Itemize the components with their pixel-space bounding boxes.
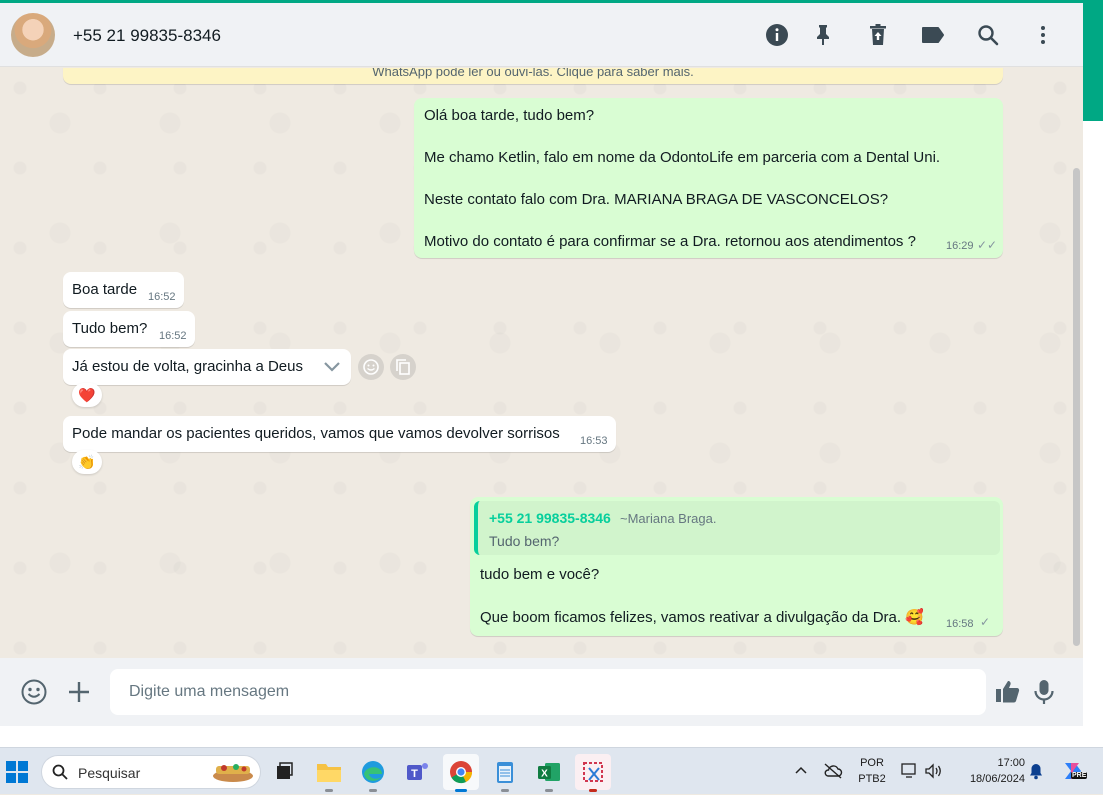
- menu-icon[interactable]: [1031, 23, 1055, 47]
- delete-icon[interactable]: [866, 23, 890, 47]
- incoming-message[interactable]: Pode mandar os pacientes queridos, vamos…: [63, 416, 616, 452]
- network-icon[interactable]: [901, 762, 919, 780]
- single-check-icon: ✓: [980, 615, 991, 629]
- notification-bell-icon[interactable]: [1028, 762, 1044, 780]
- active-indicator: [455, 789, 467, 792]
- window-edge-accent: [1083, 3, 1103, 121]
- window-edge: [1083, 121, 1103, 747]
- notepad-icon[interactable]: [487, 754, 523, 792]
- running-indicator: [589, 789, 597, 792]
- chat-scrollbar[interactable]: [1073, 168, 1080, 646]
- chrome-icon[interactable]: [443, 754, 479, 792]
- quoted-message[interactable]: +55 21 99835-8346 ~Mariana Braga. Tudo b…: [474, 501, 1000, 555]
- pin-icon[interactable]: [811, 23, 835, 47]
- message-line: Neste contato falo com Dra. MARIANA BRAG…: [424, 191, 889, 208]
- outgoing-message[interactable]: +55 21 99835-8346 ~Mariana Braga. Tudo b…: [470, 497, 1003, 636]
- message-line: tudo bem e você?: [480, 566, 600, 583]
- avatar[interactable]: [11, 13, 55, 57]
- chevron-up-icon[interactable]: [794, 764, 808, 778]
- svg-text:X: X: [541, 769, 548, 780]
- message-text: Pode mandar os pacientes queridos, vamos…: [72, 425, 560, 442]
- teams-icon[interactable]: T: [399, 754, 435, 790]
- search-label: Pesquisar: [78, 765, 141, 781]
- clock-date[interactable]: 18/06/2024: [955, 773, 1025, 785]
- encryption-banner[interactable]: WhatsApp pode ler ou ouvi-las. Clique pa…: [63, 68, 1003, 84]
- svg-text:T: T: [411, 768, 418, 780]
- taskbar-search[interactable]: Pesquisar: [42, 756, 260, 788]
- quoted-pushname: ~Mariana Braga.: [620, 511, 717, 526]
- keyboard-layout[interactable]: PTB2: [856, 773, 888, 785]
- incoming-message[interactable]: Tudo bem? 16:52: [63, 311, 195, 347]
- message-text: Já estou de volta, gracinha a Deus: [72, 358, 303, 375]
- search-icon[interactable]: [976, 23, 1000, 47]
- contact-name[interactable]: +55 21 99835-8346: [73, 26, 221, 46]
- message-time: 16:58: [946, 618, 974, 630]
- cloud-offline-icon[interactable]: [823, 762, 843, 780]
- info-icon[interactable]: [765, 23, 789, 47]
- search-icon: [52, 764, 68, 780]
- snipping-tool-icon[interactable]: [575, 754, 611, 792]
- message-line: Olá boa tarde, tudo bem?: [424, 107, 595, 124]
- message-time: 16:52: [159, 330, 187, 342]
- incoming-message[interactable]: Já estou de volta, gracinha a Deus: [63, 349, 351, 385]
- outgoing-message[interactable]: Olá boa tarde, tudo bem? Me chamo Ketlin…: [414, 98, 1003, 258]
- message-text: Boa tarde: [72, 281, 138, 298]
- file-explorer-icon[interactable]: [311, 754, 347, 792]
- plus-icon[interactable]: [65, 678, 93, 706]
- quoted-text: Tudo bem?: [489, 533, 560, 549]
- composer: [0, 658, 1083, 726]
- message-text: Tudo bem?: [72, 320, 148, 337]
- copilot-icon[interactable]: PRE: [1059, 757, 1088, 785]
- label-icon[interactable]: [921, 23, 945, 47]
- microphone-icon[interactable]: [1030, 678, 1058, 706]
- message-input[interactable]: [110, 669, 986, 715]
- emoji-reaction-button[interactable]: [358, 354, 384, 380]
- message-line: Que boom ficamos felizes, vamos reativar…: [480, 609, 924, 626]
- search-highlight-image: [213, 764, 253, 782]
- windows-start-icon[interactable]: [6, 761, 28, 783]
- taskbar: Pesquisar T X POR PTB2 17:00 18/06/2024 …: [0, 747, 1103, 794]
- message-time: 16:53: [580, 435, 608, 447]
- chat-area[interactable]: WhatsApp pode ler ou ouvi-las. Clique pa…: [0, 68, 1083, 658]
- running-indicator: [325, 789, 333, 792]
- excel-icon[interactable]: X: [531, 754, 567, 792]
- message-line: Me chamo Ketlin, falo em nome da OdontoL…: [424, 149, 941, 166]
- language-indicator[interactable]: POR: [856, 757, 888, 769]
- chat-header: +55 21 99835-8346: [0, 3, 1083, 67]
- running-indicator: [501, 789, 509, 792]
- clock-time[interactable]: 17:00: [955, 757, 1025, 769]
- quoted-sender: +55 21 99835-8346: [489, 510, 611, 526]
- preview-badge: PRE: [1071, 772, 1088, 779]
- message-line: Motivo do contato é para confirmar se a …: [424, 233, 916, 250]
- double-check-icon: ✓✓: [977, 238, 998, 252]
- chevron-down-icon[interactable]: [321, 357, 343, 377]
- heart-reaction[interactable]: ❤️: [72, 383, 102, 407]
- message-time: 16:29: [946, 240, 974, 252]
- edge-icon[interactable]: [355, 754, 391, 792]
- volume-icon[interactable]: [924, 762, 944, 780]
- thumbs-up-icon[interactable]: [994, 678, 1022, 706]
- window-bottom: [0, 726, 1083, 747]
- clap-reaction[interactable]: 👏: [72, 450, 102, 474]
- running-indicator: [545, 789, 553, 792]
- incoming-message[interactable]: Boa tarde 16:52: [63, 272, 184, 308]
- message-time: 16:52: [148, 291, 176, 303]
- emoji-icon[interactable]: [20, 678, 48, 706]
- copy-button[interactable]: [390, 354, 416, 380]
- task-view-icon[interactable]: [266, 754, 302, 790]
- running-indicator: [369, 789, 377, 792]
